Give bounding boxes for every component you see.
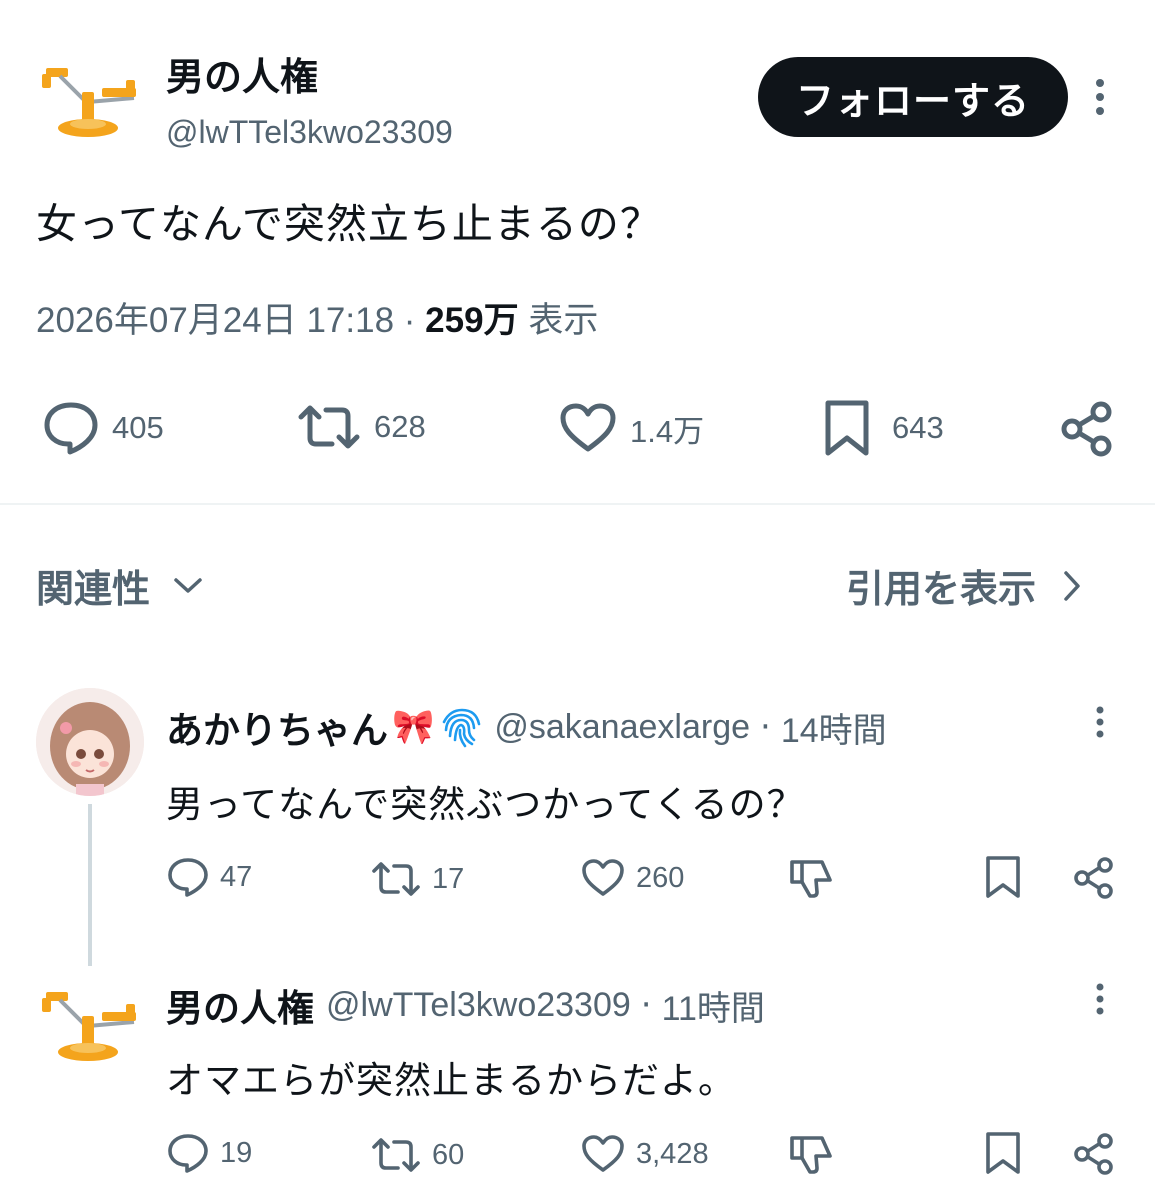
scale-logo-icon[interactable] xyxy=(38,982,140,1066)
ribbon-emoji: 🎀 xyxy=(392,707,435,747)
scale-logo-icon[interactable] xyxy=(38,58,140,142)
chevron-right-icon xyxy=(1062,569,1082,603)
reply-header: 男の人権 @lwTTel3kwo23309 · 11時間 xyxy=(166,978,765,1032)
reply-count: 47 xyxy=(220,860,253,893)
more-icon[interactable] xyxy=(1091,78,1109,116)
reply-separator: · xyxy=(640,985,652,1025)
bookmark-action[interactable]: 643 xyxy=(822,398,944,458)
author-handle[interactable]: @lwTTel3kwo23309 xyxy=(166,114,453,151)
like-icon xyxy=(580,858,626,898)
retweet-action[interactable]: 60 xyxy=(370,1136,464,1174)
tweet-text: 女ってなんで突然立ち止まるの？ xyxy=(36,200,662,248)
dislike-icon[interactable] xyxy=(788,856,834,900)
fingerprint-badge-icon xyxy=(438,704,484,750)
views-count[interactable]: 259万 xyxy=(425,301,518,340)
retweet-icon xyxy=(370,860,422,898)
reply-header: あかりちゃん 🎀 @sakanaexlarge · 14時間 xyxy=(166,700,887,754)
author-display-name[interactable]: 男の人権 xyxy=(166,46,318,101)
meta-separator: · xyxy=(403,301,416,340)
chevron-down-icon xyxy=(172,576,204,596)
like-action[interactable]: 1.4万 xyxy=(558,402,704,454)
reply-icon xyxy=(166,1132,210,1174)
tweet-meta: 2026年07月24日 17:18 · 259万 表示 xyxy=(36,292,598,343)
bookmark-icon[interactable] xyxy=(984,1130,1022,1176)
tweet-timestamp[interactable]: 2026年07月24日 17:18 xyxy=(36,301,394,340)
retweet-icon xyxy=(370,1136,422,1174)
like-count: 260 xyxy=(636,861,685,894)
retweet-count: 60 xyxy=(432,1138,465,1171)
reply-action[interactable]: 405 xyxy=(42,400,164,456)
more-icon[interactable] xyxy=(1092,705,1108,739)
like-action[interactable]: 260 xyxy=(580,858,684,898)
bookmark-icon xyxy=(822,398,872,458)
bookmark-icon[interactable] xyxy=(984,854,1022,900)
thread-line xyxy=(88,804,92,966)
like-action[interactable]: 3,428 xyxy=(580,1134,709,1174)
retweet-count: 17 xyxy=(432,862,465,895)
reply-separator: · xyxy=(760,707,771,747)
like-count: 1.4万 xyxy=(630,413,705,449)
reply-text: 男ってなんで突然ぶつかってくるの？ xyxy=(166,783,805,826)
like-icon xyxy=(558,402,618,454)
reply-author-name[interactable]: 男の人権 xyxy=(166,978,314,1032)
like-icon xyxy=(580,1134,626,1174)
reply-author-handle[interactable]: @sakanaexlarge xyxy=(494,708,750,747)
view-quotes-link[interactable]: 引用を表示 xyxy=(846,558,1082,613)
avatar[interactable] xyxy=(36,688,144,796)
views-label: 表示 xyxy=(528,301,599,340)
reply-author-name[interactable]: あかりちゃん xyxy=(166,700,388,754)
like-count: 3,428 xyxy=(636,1137,709,1170)
reply-time[interactable]: 14時間 xyxy=(781,703,887,752)
reply-count: 19 xyxy=(220,1136,253,1169)
dislike-icon[interactable] xyxy=(788,1132,834,1176)
share-icon[interactable] xyxy=(1058,400,1116,458)
sort-dropdown[interactable]: 関連性 xyxy=(36,558,204,613)
reply-text: オマエらが突然止まるからだよ。 xyxy=(166,1059,736,1102)
reply-icon xyxy=(42,400,100,456)
reply-time[interactable]: 11時間 xyxy=(662,981,765,1030)
sort-label: 関連性 xyxy=(36,567,151,611)
more-icon[interactable] xyxy=(1092,982,1108,1016)
share-icon[interactable] xyxy=(1072,1132,1116,1176)
retweet-icon xyxy=(296,402,362,452)
reply-action[interactable]: 19 xyxy=(166,1132,252,1174)
follow-button[interactable]: フォローする xyxy=(758,57,1068,137)
section-divider xyxy=(0,503,1155,505)
reply-icon xyxy=(166,856,210,898)
reply-action[interactable]: 47 xyxy=(166,856,252,898)
view-quotes-label: 引用を表示 xyxy=(846,567,1037,611)
retweet-action[interactable]: 628 xyxy=(296,402,426,452)
reply-count: 405 xyxy=(112,410,164,445)
bookmark-count: 643 xyxy=(892,410,944,445)
retweet-action[interactable]: 17 xyxy=(370,860,464,898)
share-icon[interactable] xyxy=(1072,856,1116,900)
retweet-count: 628 xyxy=(374,409,426,444)
reply-author-handle[interactable]: @lwTTel3kwo23309 xyxy=(326,986,631,1025)
